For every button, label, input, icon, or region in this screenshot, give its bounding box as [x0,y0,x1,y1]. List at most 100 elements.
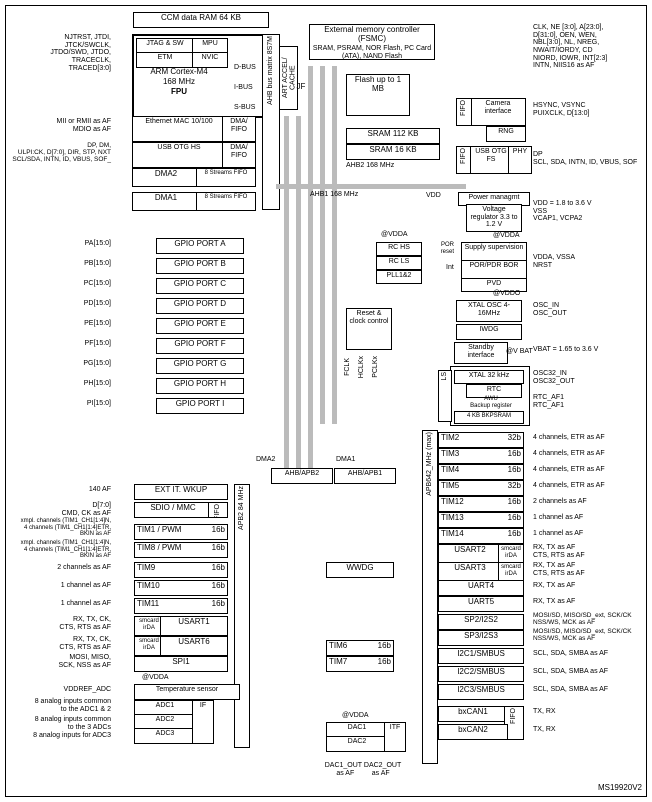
ext-camera: HSYNC, VSYNC PUIXCLK, D[13:0] [533,102,589,117]
adc3: ADC3 [134,728,196,744]
fsmc: External memory controller (FSMC) SRAM, … [309,24,435,60]
ext-osc: OSC_IN OSC_OUT [533,302,567,317]
i2c1: I2C1/SMBUS [438,648,524,664]
ext-usb: DP SCL, SDA, INTN, ID, VBUS, SOF [533,151,637,166]
tim12: TIM1216b [438,496,524,512]
xtal: XTAL OSC 4- 16MHz [456,300,522,322]
vddo-label: @VDDO [493,290,520,298]
ext-nrst: VDDA, VSSA NRST [533,254,575,269]
sp2: SP2/I2S2 [438,614,524,630]
cpu-line1: ARM Cortex-M4 [136,68,222,77]
ext-pd: PD[15:0] [71,300,111,308]
emac: Ethernet MAC 10/100 [132,116,226,142]
ext-t2: 4 channels, ETR as AF [533,434,605,442]
bxcan1: bxCAN1 [438,706,508,722]
ext-i2c1: SCL, SDA, SMBA as AF [533,650,608,658]
dma2-streams: 8 Streams FIFO [196,168,256,187]
standby: Standby interface [454,342,508,364]
supply-supervision: Supply supervision [461,242,527,262]
dac-itf: ITF [384,722,406,752]
camera: Camera interface [470,98,526,126]
gpio-d: GPIO PORT D [156,298,244,314]
ahb-apb1: AHB/APB1 [334,468,396,484]
vreg: Voltage regulator 3.3 to 1.2 V [466,204,522,232]
hclkx: HCLKx [358,356,366,381]
block-diagram: CCM data RAM 64 KB ART ACCEL/ CACHE JF E… [5,5,647,797]
bkpsram: 4 KB BKPSRAM [454,411,524,424]
pclkx: PCLKx [372,356,380,380]
ext-jtag: NJTRST, JTDI, JTCK/SWCLK, JTDO/SWD, JTDO… [21,34,111,72]
ext-sp2: MOSI/SD, MISO/SD_ext, SCK/CK NSS/WS, MCK… [533,612,632,626]
tim10: TIM1016b [134,580,228,596]
ext-adc3: 8 analog inputs for ADC3 [6,732,111,740]
ext-usart6: RX, TX, CK, CTS, RTS as AF [26,636,111,651]
usb-hs: USB OTG HS [132,142,226,168]
vdd-label: VDD [426,192,441,200]
usb-fs: USB OTG FS [470,146,512,174]
ext-sp3: MOSI/SD, MISO/SD_ext, SCK/CK NSS/WS, MCK… [533,628,632,642]
i2c2: I2C2/SMBUS [438,666,524,682]
ext-vdd: VDD = 1.8 to 3.6 V VSS VCAP1, VCPA2 [533,200,592,223]
dma1-streams: 8 Streams FIFO [196,192,256,211]
exti: EXT IT. WKUP [134,484,228,500]
xtal32: XTAL 32 kHz [454,370,524,384]
tim4: TIM416b [438,464,524,480]
dma1: DMA1 [132,192,200,211]
ext-tim10: 1 channel as AF [26,582,111,590]
ext-i2c3: SCL, SDA, SMBA as AF [533,686,608,694]
tim9: TIM916b [134,562,228,578]
ext-140af: 140 AF [61,486,111,494]
rc-hs: RC HS [376,242,422,256]
gpio-i: GPIO PORT I [156,398,244,414]
ext-u4: RX, TX as AF [533,582,575,590]
dma2-label: DMA2 [256,456,275,464]
por-reset: POR reset [426,242,454,255]
ext-ulpi: DP, DM, ULPI:CK, D[7:0], DIR, STP, NXT S… [6,142,111,163]
apb2-bus: APB2 84 MHz [234,484,250,748]
usart1: USART1 [160,616,228,636]
tim3: TIM316b [438,448,524,464]
tim14: TIM1416b [438,528,524,544]
usart3-ir: smcard irDA [498,562,524,582]
ext-vbat: VBAT = 1.65 to 3.6 V [533,346,598,354]
ext-i2c2: SCL, SDA, SMBA as AF [533,668,608,676]
etm: ETM [136,52,194,68]
ext-ph: PH[15:0] [71,380,111,388]
rcc: Reset & clock control [346,308,392,350]
ext-pg: PG[15:0] [71,360,111,368]
ext-tim11: 1 channel as AF [26,600,111,608]
dac-out: DAC1_OUT DAC2_OUT as AF as AF [318,762,408,777]
uart4: UART4 [438,580,524,596]
gpio-g: GPIO PORT G [156,358,244,374]
gpio-c: GPIO PORT C [156,278,244,294]
ext-t5: 4 channels, ETR as AF [533,482,605,490]
ext-pa: PA[15:0] [71,240,111,248]
dma2: DMA2 [132,168,200,187]
wwdg: WWDG [326,562,394,578]
ext-t14: 1 channel as AF [533,530,583,538]
temp-sensor: Temperature sensor [134,684,240,700]
ext-osc32: OSC32_IN OSC32_OUT [533,370,575,385]
usb-hs-fifo: DMA/ FIFO [222,142,256,168]
ext-t13: 1 channel as AF [533,514,583,522]
fsmc-title: External memory controller (FSMC) [324,25,420,43]
ext-pb: PB[15:0] [71,260,111,268]
ext-t4: 4 channels, ETR as AF [533,466,605,474]
dac2: DAC2 [326,736,388,752]
dac-vdda: @VDDA [342,712,369,720]
ibus: I-BUS [234,84,253,92]
ext-rtcaf: RTC_AF1 RTC_AF1 [533,394,564,409]
ext-mii: MII or RMII as AF MDIO as AF [21,118,111,133]
fclk: FCLK [344,358,352,379]
ext-tim1: xmpl. channels (TIM1_CH1[1:4]N, 4 channe… [6,518,111,538]
fsmc-sub: SRAM, PSRAM, NOR Flash, PC Card (ATA), N… [313,45,431,60]
phy: PHY [508,146,532,174]
usart2: USART2 [438,544,502,564]
ext-spi1: MOSI, MISO, SCK, NSS as AF [26,654,111,669]
sbus: S-BUS [234,104,255,112]
awu: AWU [466,396,516,403]
i2c3: I2C3/SMBUS [438,684,524,700]
tim8: TIM8 / PWM16b [134,542,228,558]
sram112: SRAM 112 KB [346,128,440,144]
gpio-h: GPIO PORT H [156,378,244,394]
